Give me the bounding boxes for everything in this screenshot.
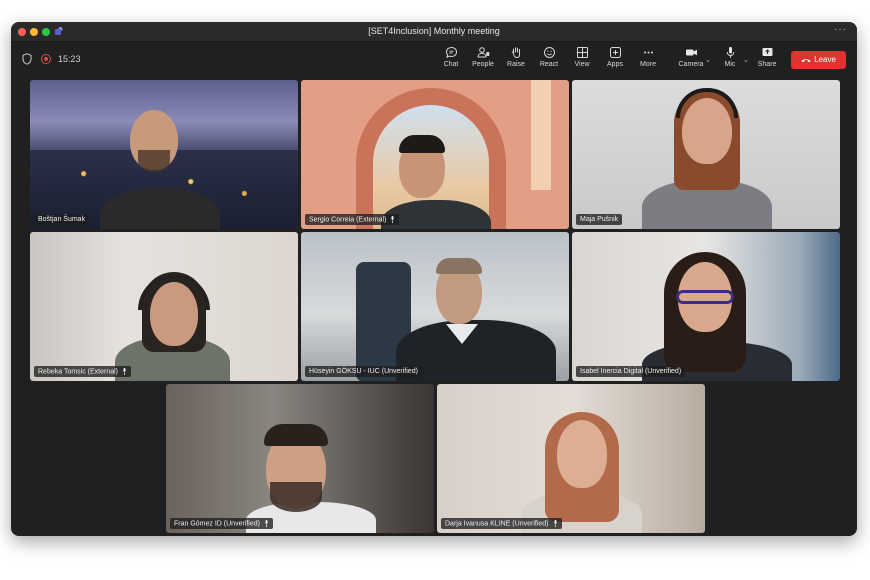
add-app-icon [609, 47, 621, 58]
react-label: React [539, 61, 559, 68]
window-title: [SET4Inclusion] Monthly meeting [368, 26, 500, 36]
apps-label: Apps [607, 61, 623, 68]
video-tile[interactable]: Rebeka Tomsic (External) [30, 232, 298, 381]
participant-name-tag: Rebeka Tomsic (External) [34, 365, 132, 377]
meeting-timer: 15:23 [58, 54, 81, 64]
camera-icon [685, 49, 697, 56]
raise-label: Raise [507, 61, 525, 68]
participant-name-tag: Hüseyin GÖKSU - IUC (Unverified) [305, 366, 422, 377]
video-tile[interactable]: Maja Pušnik [572, 80, 840, 229]
smiley-icon [543, 47, 555, 58]
mic-options-chevron-icon[interactable]: ⌄ [743, 56, 749, 64]
microphone-icon [726, 47, 734, 58]
participant-name-tag: Sergio Correia (External) [305, 213, 400, 225]
window-more-icon[interactable]: ··· [834, 24, 847, 35]
title-bar: [SET4Inclusion] Monthly meeting ··· [11, 22, 857, 42]
share-button[interactable]: Share [751, 46, 783, 68]
chat-label: Chat [443, 61, 459, 68]
more-button[interactable]: More [632, 46, 664, 68]
participant-name-tag: Darja Ivanusa KLINE (Unverified) [441, 517, 562, 529]
video-tile[interactable]: Sergio Correia (External) [301, 80, 569, 229]
mic-muted-icon [123, 367, 126, 375]
camera-options-chevron-icon[interactable]: ⌄ [705, 56, 711, 64]
mic-label: Mic [724, 61, 736, 68]
participant-name-tag: Fran Gómez ID (Unverified) [170, 517, 273, 529]
view-button[interactable]: View [566, 46, 598, 68]
mic-muted-icon [391, 215, 394, 223]
raise-hand-button[interactable]: Raise [500, 46, 532, 68]
meeting-toolbar: 15:23 Chat People Raise React View Apps … [11, 42, 857, 78]
participant-name-tag: Isabel Inercia Digital (Unverified) [576, 366, 686, 377]
people-button[interactable]: People [467, 46, 499, 68]
share-label: Share [757, 61, 777, 68]
mic-button[interactable]: Mic [714, 46, 746, 68]
shield-icon[interactable] [22, 53, 32, 65]
ellipsis-icon [643, 51, 653, 54]
more-label: More [640, 61, 656, 68]
mic-muted-icon [265, 519, 268, 527]
mic-muted-icon [554, 519, 556, 527]
video-tile[interactable]: Boštjan Šumak [30, 80, 298, 229]
camera-label: Camera [678, 61, 704, 68]
people-label: People [472, 61, 494, 68]
raise-hand-icon [511, 47, 520, 59]
video-tile[interactable]: Hüseyin GÖKSU - IUC (Unverified) [301, 232, 569, 381]
video-tile[interactable]: Darja Ivanusa KLINE (Unverified) [437, 384, 705, 533]
recording-icon [41, 54, 51, 64]
grid-view-icon [576, 47, 588, 58]
react-button[interactable]: React [533, 46, 565, 68]
chat-icon [445, 46, 457, 59]
apps-button[interactable]: Apps [599, 46, 631, 68]
participant-name-tag: Maja Pušnik [576, 214, 623, 225]
camera-button[interactable]: Camera [675, 46, 707, 68]
leave-button[interactable]: Leave [791, 51, 846, 69]
video-tile[interactable]: Fran Gómez ID (Unverified) [166, 384, 434, 533]
leave-label: Leave [814, 55, 836, 64]
participant-name-tag: Boštjan Šumak [34, 214, 90, 225]
people-icon [476, 47, 489, 58]
share-screen-icon [762, 48, 772, 56]
chat-button[interactable]: Chat [435, 46, 467, 68]
hang-up-icon [801, 59, 811, 63]
view-label: View [574, 61, 590, 68]
meeting-window: [SET4Inclusion] Monthly meeting ··· 15:2… [11, 22, 857, 536]
video-tile[interactable]: Isabel Inercia Digital (Unverified) [572, 232, 840, 381]
